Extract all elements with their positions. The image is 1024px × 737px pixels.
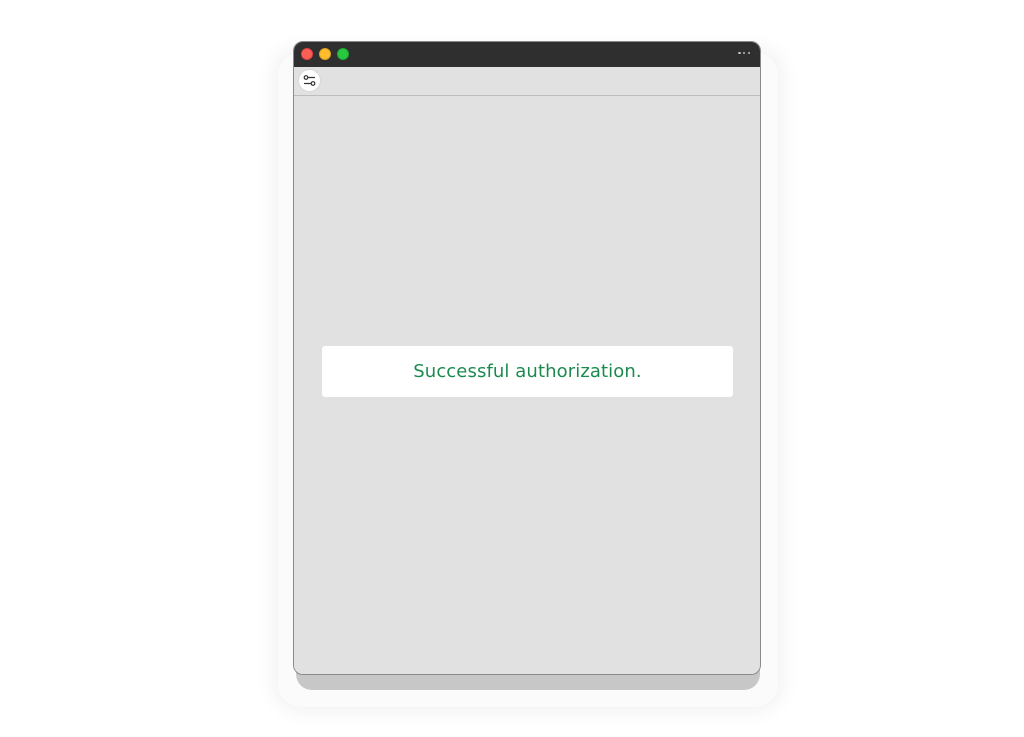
minimize-window-icon[interactable] [319, 48, 331, 60]
main-content: Successful authorization. [294, 96, 760, 674]
settings-button[interactable] [299, 70, 320, 91]
toolbar [294, 67, 760, 96]
settings-sliders-icon [303, 75, 316, 86]
more-dot [742, 51, 746, 55]
more-dot [747, 51, 750, 55]
title-bar[interactable] [294, 42, 760, 67]
maximize-window-icon[interactable] [337, 48, 349, 60]
authorization-status-banner: Successful authorization. [322, 346, 733, 397]
close-window-icon[interactable] [301, 48, 313, 60]
more-dot [738, 51, 741, 55]
more-options-icon[interactable] [738, 50, 750, 56]
screen: Successful authorization. [0, 0, 1024, 737]
authorization-status-message: Successful authorization. [413, 361, 642, 382]
app-window: Successful authorization. [293, 41, 761, 675]
